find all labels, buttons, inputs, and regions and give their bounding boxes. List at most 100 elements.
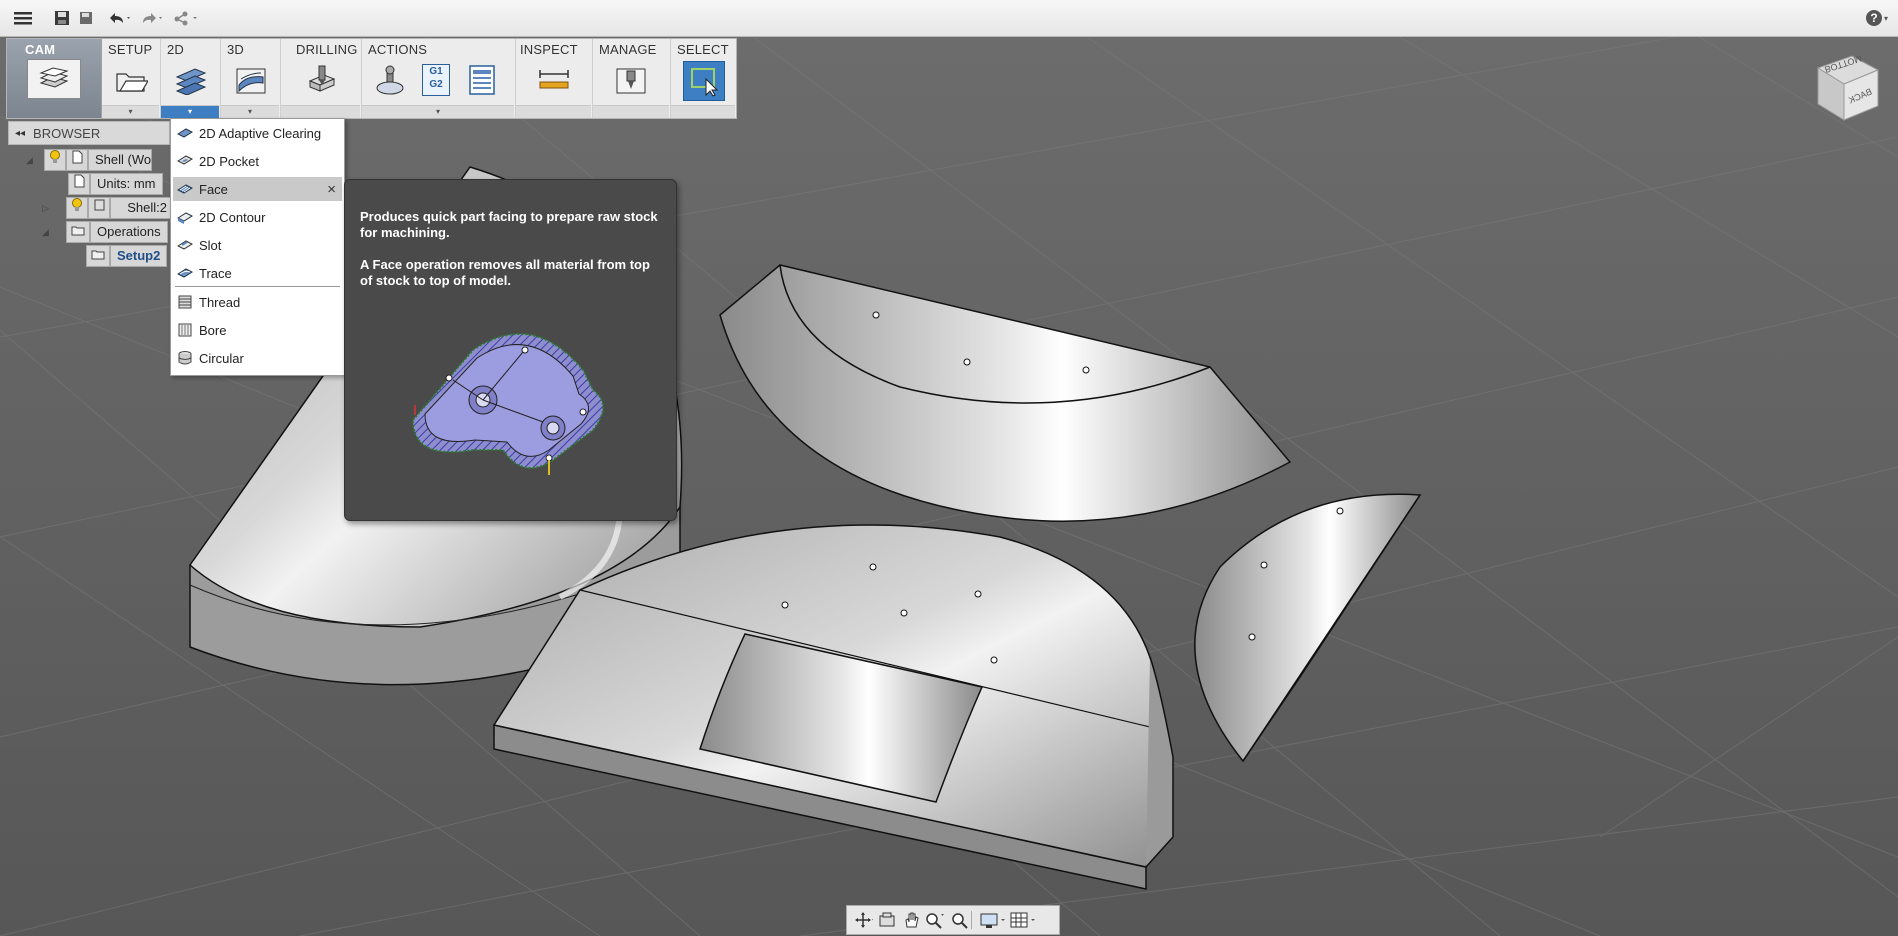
2d-dropdown-menu: 2D Adaptive Clearing 2D Pocket Face × 2D… [170,118,345,376]
tree-node-units[interactable]: Units: mm [68,173,163,195]
viewcube[interactable]: BOTTOM BACK [1808,48,1886,126]
tool-library-icon[interactable] [611,61,651,99]
group-label-actions: ACTIONS [368,42,428,57]
setup-sheet-icon[interactable] [462,61,502,99]
menu-item-2d-contour[interactable]: 2D Contour [173,205,342,229]
hamburger-menu-icon[interactable] [10,6,36,30]
select-dropdown[interactable] [671,105,735,118]
operations-label: Operations [90,221,168,243]
menu-divider [175,286,340,287]
menu-item-label: Face [199,181,228,197]
2d-adaptive-icon[interactable] [170,61,210,99]
fit-icon[interactable] [947,909,971,931]
setup-dropdown[interactable]: ▾ [102,105,159,118]
2d-group: 2D ▾ [161,39,221,118]
menu-item-trace[interactable]: Trace [173,261,342,285]
expand-triangle-icon[interactable]: ◢ [26,155,44,166]
menu-item-circular[interactable]: Circular [173,346,342,370]
cam-workspace-icon [27,59,81,99]
slot-icon [177,237,193,253]
collapsed-triangle-icon[interactable]: ▷ [42,203,66,214]
2d-dropdown[interactable]: ▾ [161,105,219,118]
g1-g2-label: G1 G2 [422,64,450,96]
grid-settings-icon[interactable] [1008,909,1038,931]
save-as-icon[interactable] [76,6,96,30]
menu-item-bore[interactable]: Bore [173,318,342,342]
display-settings-icon[interactable] [978,909,1008,931]
close-icon[interactable]: × [327,181,336,198]
group-label-drilling: DRILLING [296,42,358,57]
3d-adaptive-icon[interactable] [230,61,270,99]
help-button[interactable]: ? ▾ [1862,6,1892,30]
post-process-icon[interactable]: G1 G2 [416,61,456,99]
setup-group: SETUP ▾ [102,39,161,118]
save-icon[interactable] [52,6,72,30]
menu-item-thread[interactable]: Thread [173,290,342,314]
workspace-switcher[interactable]: CAM [7,39,102,118]
browser-title: BROWSER [33,125,101,141]
drill-icon[interactable] [301,61,341,99]
menu-item-2d-pocket[interactable]: 2D Pocket [173,149,342,173]
actions-dropdown[interactable]: ▾ [362,105,514,118]
pan-hand-icon[interactable] [899,909,923,931]
navbar-divider [971,911,978,929]
3d-dropdown[interactable]: ▾ [221,105,279,118]
units-icon [68,173,90,195]
tree-node-shell[interactable]: ◢ Shell (Woo [26,149,152,171]
expand-triangle-icon[interactable]: ◢ [42,227,66,238]
pocket-icon [177,153,193,169]
top-toolbar: ? ▾ [0,0,1898,37]
contour-icon [177,209,193,225]
setup-folder-icon[interactable] [111,61,151,99]
group-label-3d: 3D [227,42,245,57]
shell2-label: Shell:2 [110,197,174,219]
share-icon[interactable] [170,6,202,30]
undo-icon[interactable] [104,6,134,30]
menu-item-label: Circular [199,350,244,366]
ribbon-toolbar: CAM SETUP ▾ 2D ▾ 3D ▾ DRILLING ACTIONS G… [6,38,737,119]
actions-group: ACTIONS G1 G2 ▾ [362,39,516,118]
group-label-inspect: INSPECT [520,42,578,57]
look-at-icon[interactable] [875,909,899,931]
manage-group: MANAGE [593,39,671,118]
group-label-select: SELECT [677,42,729,57]
bore-icon [177,322,193,338]
collapse-icon[interactable]: ◂◂ [15,128,25,139]
menu-item-2d-adaptive-clearing[interactable]: 2D Adaptive Clearing [173,121,342,145]
simulate-icon[interactable] [370,61,410,99]
face-operation-illustration [411,333,604,475]
manage-dropdown[interactable] [593,105,669,118]
tooltip-summary: Produces quick part facing to prepare ra… [360,209,658,240]
tree-node-operations[interactable]: ◢ Operations [42,221,168,243]
group-label-2d: 2D [167,42,185,57]
tree-node-shell2[interactable]: ▷ Shell:2 [42,197,174,219]
lightbulb-icon[interactable] [66,197,88,219]
orbit-icon[interactable] [851,909,875,931]
shell-label: Shell (Woo [88,149,152,171]
menu-item-label: Trace [199,265,232,281]
3d-group: 3D ▾ [221,39,281,118]
menu-item-face[interactable]: Face × [173,177,342,201]
tree-node-setup[interactable]: Setup2 [86,245,168,267]
drilling-dropdown[interactable] [281,105,360,118]
inspect-dropdown[interactable] [516,105,591,118]
select-arrow-icon[interactable] [683,61,725,101]
document-icon [66,149,88,171]
workspace-label: CAM [25,42,56,57]
menu-item-label: 2D Pocket [199,153,259,169]
inspect-group: INSPECT [516,39,593,118]
help-icon: ? [1865,10,1882,26]
navigation-bar [846,905,1060,935]
setup-folder-icon [86,245,110,267]
drilling-group: DRILLING [281,39,362,118]
redo-icon[interactable] [136,6,166,30]
browser-header[interactable]: ◂◂ BROWSER [8,121,170,145]
units-label: Units: mm [90,173,163,195]
menu-item-slot[interactable]: Slot [173,233,342,257]
lightbulb-icon[interactable] [44,149,66,171]
measure-icon[interactable] [534,61,574,99]
menu-item-label: Thread [199,294,241,310]
setup-label: Setup2 [110,245,168,267]
thread-icon [177,294,193,310]
zoom-icon[interactable] [923,909,947,931]
